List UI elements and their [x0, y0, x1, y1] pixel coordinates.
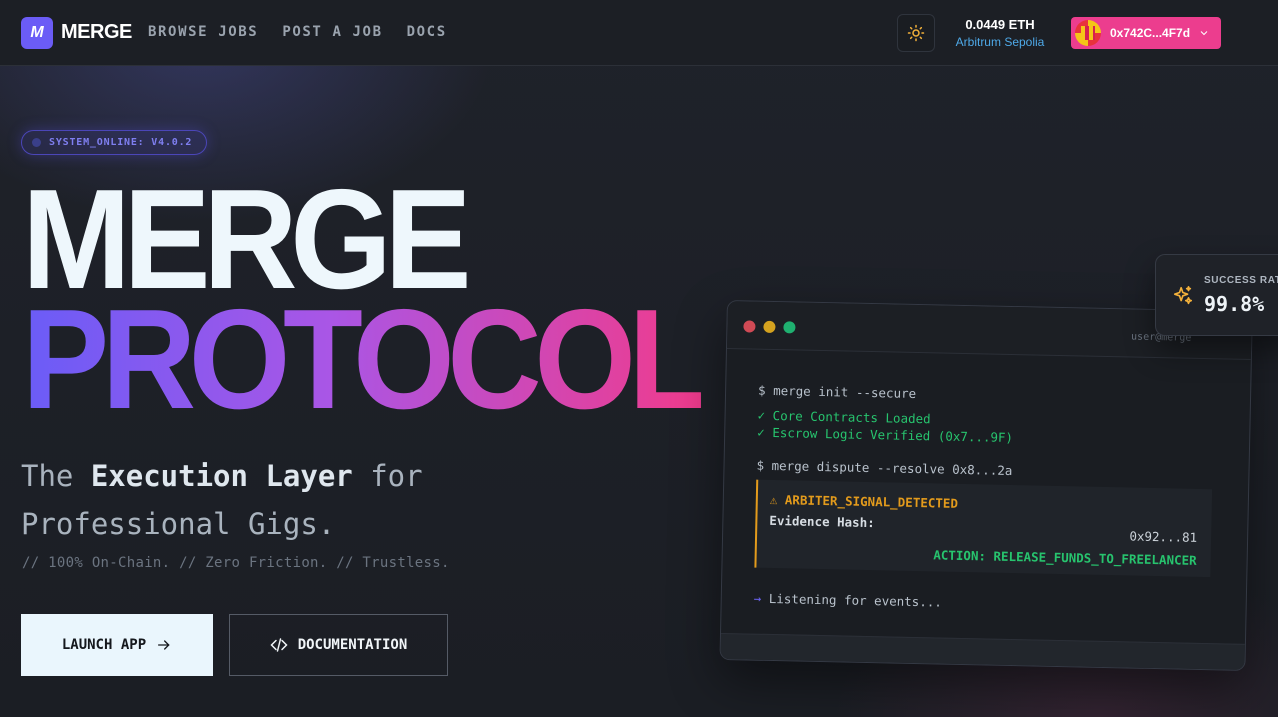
launch-app-button[interactable]: LAUNCH APP [21, 614, 213, 676]
wallet-address: 0x742C...4F7d [1110, 26, 1191, 40]
documentation-label: DOCUMENTATION [297, 637, 408, 653]
documentation-button[interactable]: DOCUMENTATION [229, 614, 448, 676]
terminal-body: $ merge init --secure ✓ Core Contracts L… [722, 349, 1251, 617]
nav-link-post-a-job[interactable]: POST A JOB [282, 24, 382, 40]
sparkles-icon [1173, 286, 1193, 305]
success-rate-value: 99.8% [1204, 292, 1265, 316]
network-name: Arbitrum Sepolia [955, 35, 1045, 49]
status-dot [32, 138, 41, 147]
arbiter-alert: ⚠ ARBITER_SIGNAL_DETECTED Evidence Hash:… [754, 479, 1213, 578]
listening-text: Listening for events... [761, 590, 943, 610]
wallet-avatar [1075, 20, 1101, 46]
nav-link-browse-jobs[interactable]: BROWSE JOBS [148, 24, 258, 40]
success-rate-card: SUCCESS RATE 99.8% [1155, 254, 1278, 336]
tagline-pre: The [21, 459, 91, 493]
nav-links: BROWSE JOBS POST A JOB DOCS [148, 24, 447, 40]
arrow-right-icon [158, 640, 170, 650]
nav-link-docs[interactable]: DOCS [407, 24, 447, 40]
launch-app-label: LAUNCH APP [61, 637, 147, 653]
hero-tagline: The Execution Layer for Professional Gig… [21, 452, 541, 548]
code-icon [270, 638, 288, 652]
logo-text[interactable]: MERGE [61, 21, 132, 44]
alert-hash-value: 0x92...81 [1129, 528, 1198, 545]
status-badge: SYSTEM_ONLINE: V4.0.2 [21, 130, 208, 155]
chevron-down-icon [1200, 31, 1208, 36]
sun-icon [907, 24, 925, 42]
alert-title: ⚠ ARBITER_SIGNAL_DETECTED [769, 491, 959, 511]
success-rate-label: SUCCESS RATE [1204, 275, 1278, 286]
logo-mark[interactable]: M [21, 17, 53, 49]
tagline-bold: Execution Layer [90, 459, 353, 493]
wallet-button[interactable]: 0x742C...4F7d [1071, 17, 1221, 49]
terminal-maximize-dot [783, 321, 796, 334]
terminal-window: user@merge $ merge init --secure ✓ Core … [719, 300, 1253, 671]
hero-subline: // 100% On-Chain. // Zero Friction. // T… [22, 555, 450, 571]
terminal-minimize-dot [763, 320, 776, 334]
theme-toggle-button[interactable] [897, 14, 935, 52]
hero-title-line2: PROTOCOL [22, 280, 708, 439]
top-nav: M MERGE BROWSE JOBS POST A JOB DOCS 0.04… [0, 0, 1278, 66]
terminal-footer [720, 632, 1245, 670]
wallet-balance: 0.0449 ETH Arbitrum Sepolia [950, 17, 1050, 49]
status-badge-text: SYSTEM_ONLINE: V4.0.2 [49, 137, 193, 148]
alert-action: ACTION: RELEASE_FUNDS_TO_FREELANCER [933, 547, 1197, 568]
terminal-close-dot [743, 320, 756, 333]
balance-amount: 0.0449 ETH [965, 17, 1035, 32]
terminal-line-listening: → Listening for events... [754, 590, 1214, 617]
